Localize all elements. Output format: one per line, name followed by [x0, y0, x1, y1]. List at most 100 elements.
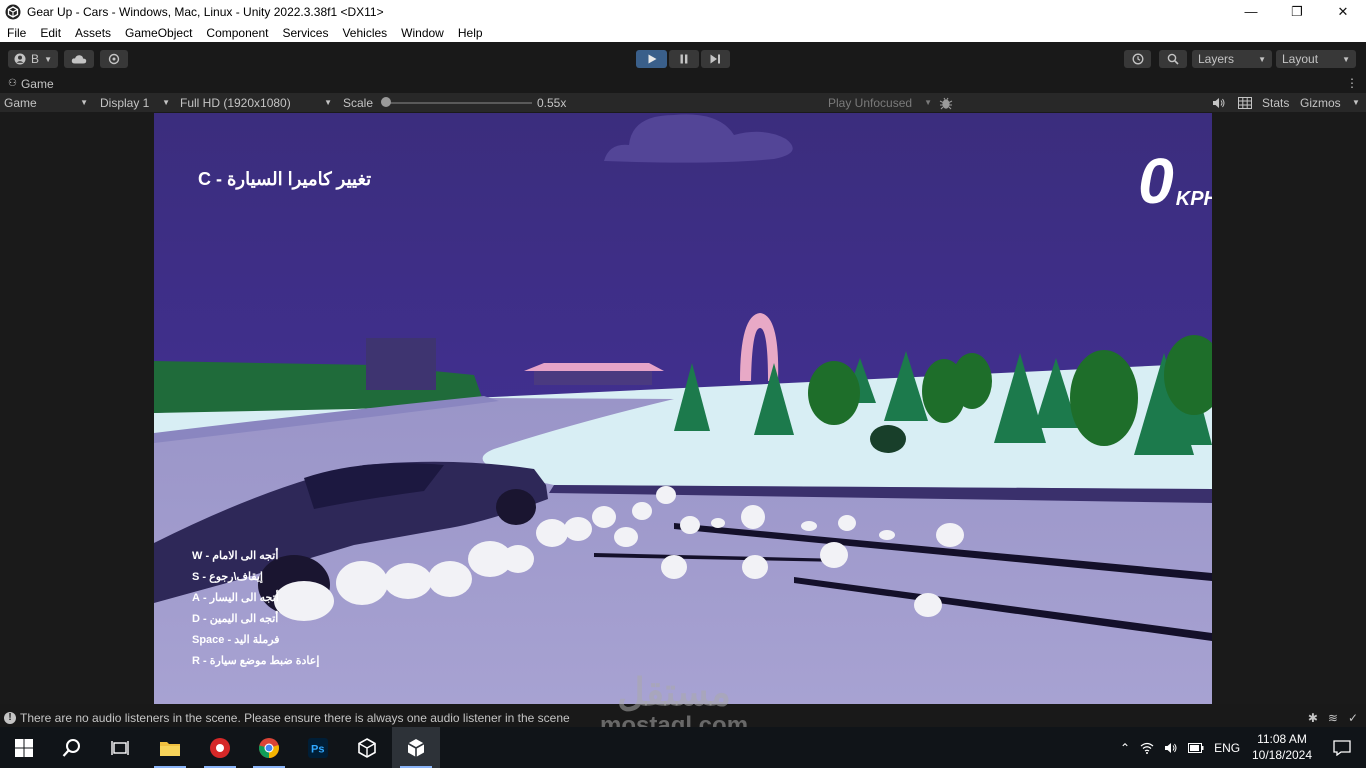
tab-more-menu[interactable]: ⋮: [1346, 76, 1358, 90]
notification-icon: [1333, 739, 1351, 756]
volume-icon[interactable]: [1164, 742, 1178, 754]
menu-edit[interactable]: Edit: [33, 26, 68, 40]
search-button[interactable]: [1159, 50, 1187, 68]
watermark-arabic: مستقل: [617, 672, 731, 714]
maximize-button[interactable]: ❐: [1274, 0, 1320, 23]
pause-button[interactable]: [669, 50, 699, 68]
collab-button[interactable]: [100, 50, 128, 68]
battery-icon[interactable]: [1188, 742, 1204, 753]
cloud-button[interactable]: [64, 50, 94, 68]
resolution-dropdown[interactable]: Full HD (1920x1080) ▼: [180, 93, 332, 112]
scale-value: 0.55x: [537, 95, 567, 110]
play-focus-dropdown[interactable]: Play Unfocused ▼: [828, 93, 932, 112]
menu-help[interactable]: Help: [451, 26, 490, 40]
camera-hint-text: C - تغيير كاميرا السيارة: [198, 169, 372, 189]
view-mode-label: Game: [4, 95, 37, 110]
control-key: A: [192, 591, 200, 604]
chevron-down-icon: ▼: [924, 98, 932, 107]
control-text: - إعادة ضبط موضع سيارة: [203, 655, 320, 667]
game-render-view[interactable]: C - تغيير كاميرا السيارة 0 KPH W - أتجه …: [154, 113, 1212, 704]
play-button[interactable]: [636, 50, 667, 68]
language-indicator[interactable]: ENG: [1214, 741, 1240, 755]
unity-editor-taskbar[interactable]: [392, 727, 440, 768]
step-button[interactable]: [701, 50, 730, 68]
cloud-icon: [71, 55, 87, 64]
unity-editor-icon: [407, 738, 425, 757]
scale-slider-track[interactable]: [388, 102, 532, 104]
frame-debugger-button[interactable]: [939, 93, 953, 112]
control-row: A - أتجه الى اليسار: [192, 587, 319, 608]
layers-dropdown[interactable]: Layers ▼: [1192, 50, 1272, 68]
menu-component[interactable]: Component: [199, 26, 275, 40]
tab-game[interactable]: ⚇ Game: [0, 74, 54, 93]
undo-history-button[interactable]: [1124, 50, 1151, 68]
speed-value: 0: [1138, 145, 1174, 217]
task-view-button[interactable]: [96, 727, 144, 768]
control-key: W: [192, 549, 203, 562]
menu-vehicles[interactable]: Vehicles: [335, 26, 394, 40]
speedometer: 0 KPH: [1138, 149, 1212, 213]
chevron-up-icon[interactable]: ⌃: [1120, 741, 1130, 755]
chevron-down-icon: ▼: [162, 98, 170, 107]
view-mode-dropdown[interactable]: Game ▼: [4, 93, 88, 112]
mute-audio-button[interactable]: [1212, 93, 1225, 112]
stats-button[interactable]: Stats: [1262, 93, 1289, 112]
aspect-grid-button[interactable]: [1238, 93, 1252, 112]
bug-report-icon[interactable]: ✱: [1308, 711, 1318, 725]
check-circle-icon[interactable]: ✓: [1348, 711, 1358, 725]
account-dropdown[interactable]: B ▼: [8, 50, 58, 68]
cache-icon[interactable]: ≋: [1328, 711, 1338, 725]
status-message: There are no audio listeners in the scen…: [20, 710, 570, 725]
notifications-button[interactable]: [1318, 727, 1366, 768]
speed-unit: KPH: [1175, 188, 1212, 210]
unity-logo-icon: [5, 4, 21, 19]
chevron-down-icon: ▼: [324, 98, 332, 107]
display-dropdown[interactable]: Display 1 ▼: [100, 93, 170, 112]
unity-hub-taskbar[interactable]: [343, 727, 391, 768]
menu-file[interactable]: File: [0, 26, 33, 40]
minimize-button[interactable]: —: [1228, 0, 1274, 23]
menu-gameobject[interactable]: GameObject: [118, 26, 199, 40]
game-tab-row: ⚇ Game ⋮: [0, 74, 1366, 93]
svg-text:Ps: Ps: [311, 743, 324, 755]
menu-services[interactable]: Services: [275, 26, 335, 40]
photoshop-taskbar[interactable]: Ps: [294, 727, 342, 768]
recorder-taskbar[interactable]: [196, 727, 244, 768]
control-text: - فرملة اليد: [227, 634, 280, 646]
chevron-down-icon: ▼: [1342, 54, 1350, 64]
control-key: Space: [192, 633, 225, 646]
close-button[interactable]: ✕: [1320, 0, 1366, 23]
window-title: Gear Up - Cars - Windows, Mac, Linux - U…: [27, 4, 384, 19]
layout-dropdown[interactable]: Layout ▼: [1276, 50, 1356, 68]
gizmos-dropdown-arrow[interactable]: ▼: [1352, 93, 1360, 112]
main-toolbar: B ▼ Layers ▼ Layout ▼: [0, 42, 1366, 74]
control-text: - إيقاف\رجوع: [202, 571, 263, 583]
control-key: D: [192, 612, 200, 625]
layers-label: Layers: [1198, 52, 1235, 66]
menu-assets[interactable]: Assets: [68, 26, 118, 40]
clock[interactable]: 11:08 AM 10/18/2024: [1246, 731, 1318, 763]
control-row: R - إعادة ضبط موضع سيارة: [192, 650, 319, 671]
start-button[interactable]: [0, 727, 48, 768]
chrome-taskbar[interactable]: [245, 727, 293, 768]
gizmos-button[interactable]: Gizmos: [1300, 93, 1341, 112]
chevron-down-icon: ▼: [80, 98, 88, 107]
screen-recorder-icon: [210, 737, 230, 758]
search-icon: [62, 738, 80, 757]
info-icon: !: [4, 711, 16, 724]
menu-window[interactable]: Window: [394, 26, 451, 40]
wifi-icon[interactable]: [1140, 742, 1154, 754]
layout-label: Layout: [1282, 52, 1319, 66]
tab-game-label: Game: [20, 76, 54, 91]
search-taskbar-button[interactable]: [48, 727, 96, 768]
chevron-down-icon: ▼: [1352, 98, 1360, 107]
file-explorer-taskbar[interactable]: [146, 727, 194, 768]
resolution-label: Full HD (1920x1080): [180, 95, 291, 110]
pause-icon: [680, 54, 688, 64]
control-text: - أتجه الى اليمين: [203, 613, 279, 625]
control-row: D - أتجه الى اليمين: [192, 608, 319, 629]
play-icon: [648, 54, 656, 64]
scale-slider-thumb[interactable]: [381, 97, 391, 107]
folder-icon: [160, 741, 180, 756]
unity-hub-icon: [358, 737, 376, 758]
